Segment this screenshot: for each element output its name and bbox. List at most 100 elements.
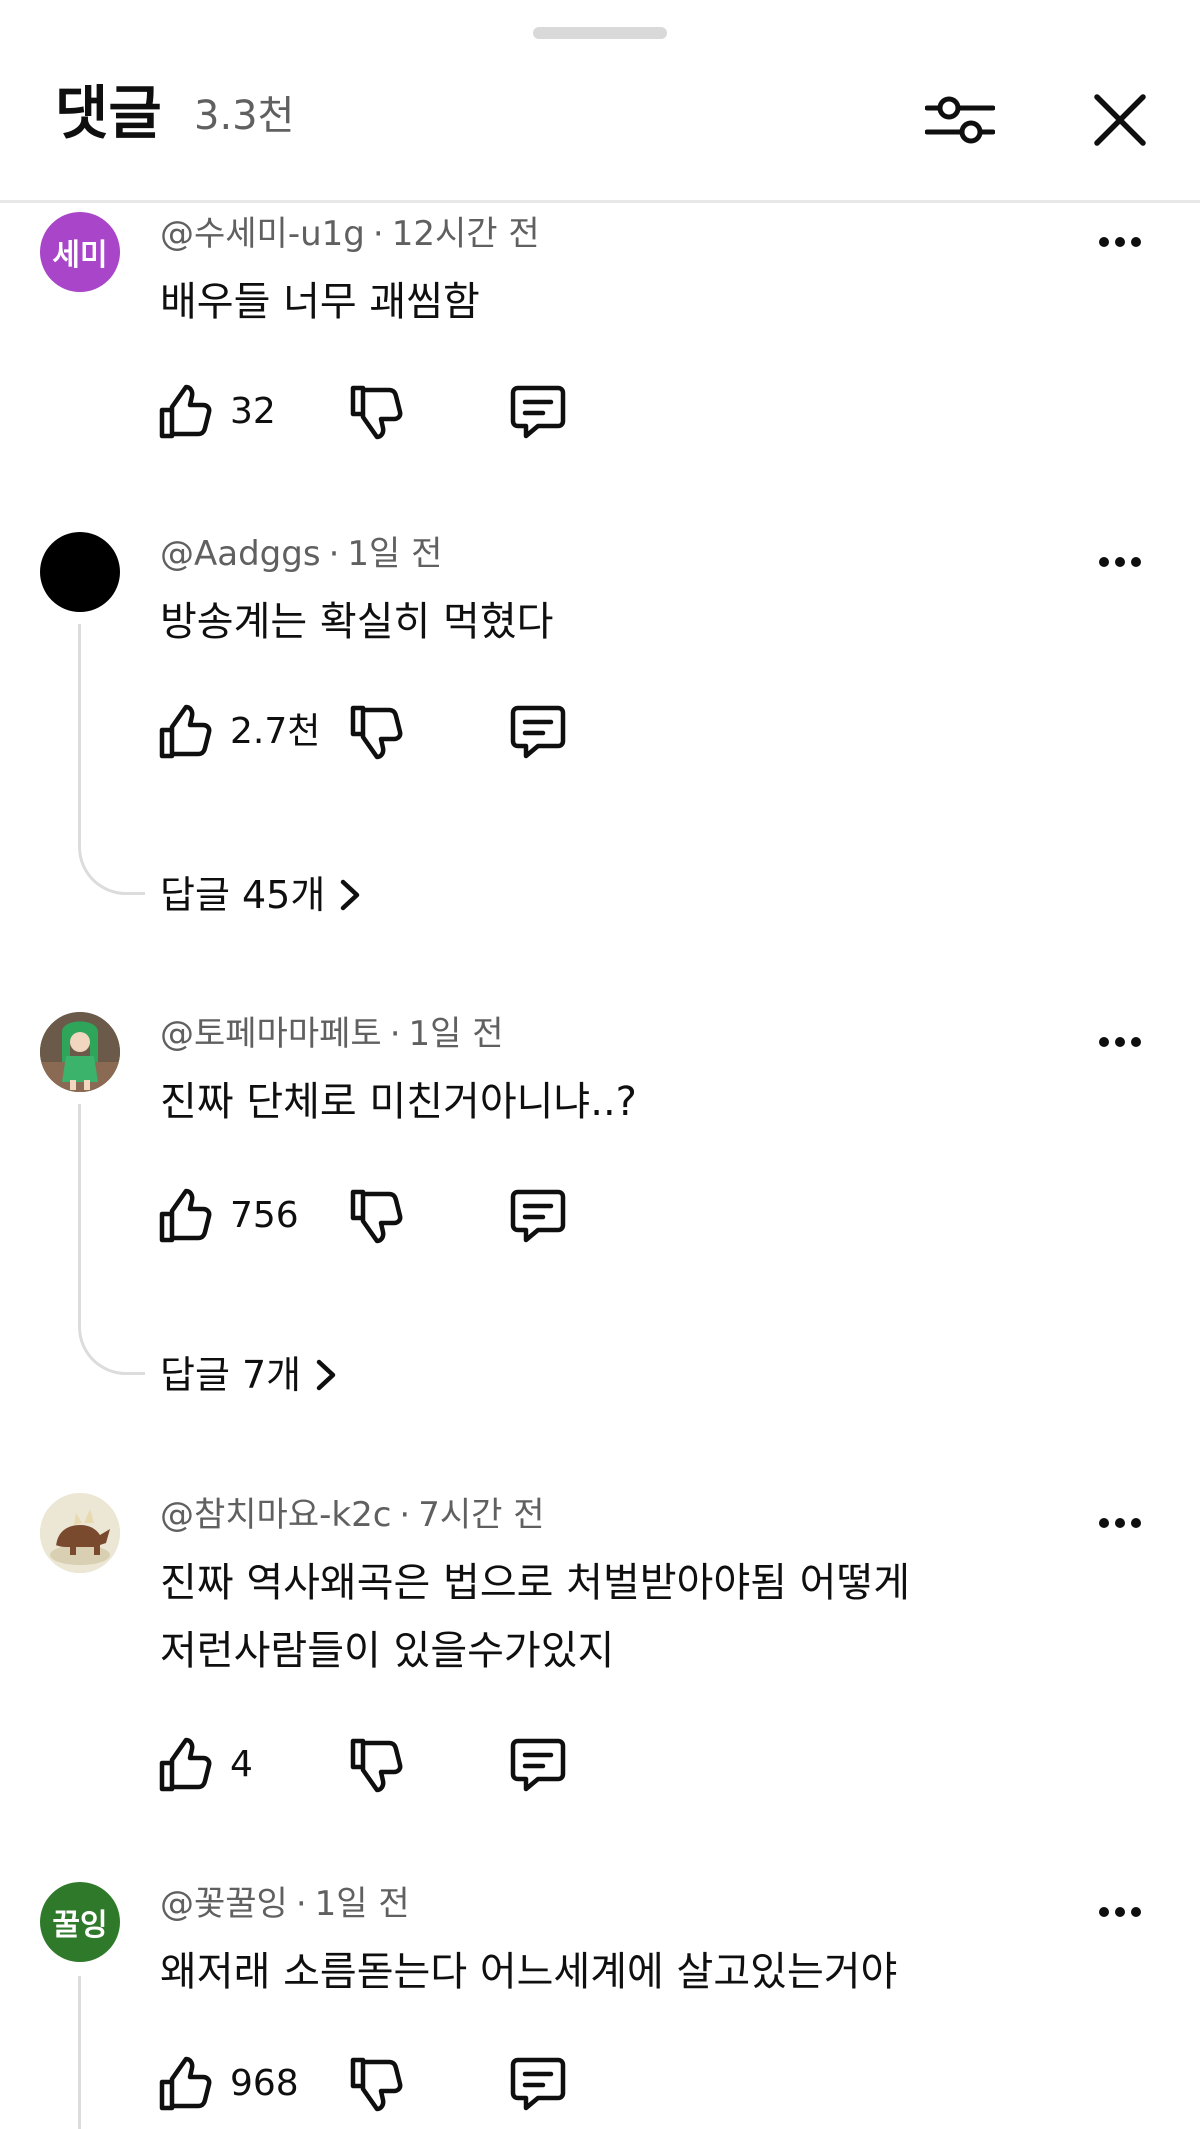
replies-count-label: 답글 7개 bbox=[160, 1353, 302, 1397]
thumbs-down-icon bbox=[350, 705, 403, 760]
dislike-button[interactable] bbox=[346, 2054, 406, 2114]
more-horizontal-icon bbox=[1099, 237, 1141, 247]
comment-meta: @꽃꿀잉 · 1일 전 bbox=[160, 1884, 410, 1924]
comment-time: 12시간 전 bbox=[391, 214, 540, 254]
close-button[interactable] bbox=[1080, 80, 1160, 160]
close-icon bbox=[1094, 94, 1146, 146]
thread-connector bbox=[78, 1104, 145, 1375]
comments-count: 3.3천 bbox=[194, 93, 295, 139]
comment-text-line: 저런사람들이 있을수가있지 bbox=[160, 1628, 615, 1674]
comment-time: 7시간 전 bbox=[418, 1495, 545, 1535]
avatar[interactable] bbox=[40, 1012, 120, 1092]
comment-meta: @토페마마페토 · 1일 전 bbox=[160, 1014, 504, 1054]
avatar[interactable] bbox=[40, 532, 120, 612]
thread-connector bbox=[78, 1976, 81, 2129]
reply-button[interactable] bbox=[508, 1735, 568, 1795]
character-avatar-image bbox=[40, 1012, 120, 1092]
like-button[interactable]: 756 bbox=[158, 1186, 299, 1246]
comment-text: 방송계는 확실히 먹혔다 bbox=[160, 588, 1080, 656]
author-name[interactable]: @Aadggs bbox=[160, 534, 321, 574]
like-button[interactable]: 32 bbox=[158, 382, 276, 442]
dislike-button[interactable] bbox=[346, 1186, 406, 1246]
comment-text: 왜저래 소름돋는다 어느세계에 살고있는거야 bbox=[160, 1938, 1080, 2006]
like-count: 4 bbox=[230, 1744, 253, 1785]
comment-icon bbox=[510, 385, 566, 439]
comment-icon bbox=[510, 705, 566, 759]
thumbs-up-icon bbox=[159, 1188, 212, 1243]
thumbs-down-icon bbox=[350, 2057, 403, 2112]
drag-handle[interactable] bbox=[533, 27, 667, 39]
comment-time: 1일 전 bbox=[347, 534, 443, 574]
author-name[interactable]: @토페마마페토 bbox=[160, 1014, 382, 1054]
reply-button[interactable] bbox=[508, 382, 568, 442]
comment-meta: @참치마요-k2c · 7시간 전 bbox=[160, 1495, 545, 1535]
more-options-button[interactable] bbox=[1090, 1882, 1150, 1942]
comment-text: 진짜 단체로 미친거아니냐..? bbox=[160, 1068, 1080, 1136]
comment-icon bbox=[510, 2057, 566, 2111]
like-button[interactable]: 4 bbox=[158, 1735, 253, 1795]
thumbs-down-icon bbox=[350, 1189, 403, 1244]
like-count: 32 bbox=[230, 391, 276, 432]
comment-actions: 2.7천 bbox=[158, 702, 578, 762]
more-options-button[interactable] bbox=[1090, 1493, 1150, 1553]
comment-actions: 968 bbox=[158, 2054, 578, 2114]
thumbs-down-icon bbox=[350, 385, 403, 440]
comment-actions: 32 bbox=[158, 382, 578, 442]
comment-time: 1일 전 bbox=[408, 1014, 504, 1054]
like-button[interactable]: 968 bbox=[158, 2054, 299, 2114]
comment-text-line: 진짜 단체로 미친거아니냐..? bbox=[160, 1079, 637, 1125]
comment-text-line: 왜저래 소름돋는다 어느세계에 살고있는거야 bbox=[160, 1949, 898, 1995]
comments-header: 댓글 3.3천 bbox=[0, 60, 1200, 203]
comment-icon bbox=[510, 1738, 566, 1792]
chevron-right-icon bbox=[316, 1359, 336, 1391]
dislike-button[interactable] bbox=[346, 702, 406, 762]
dinosaur-avatar-image bbox=[40, 1493, 120, 1573]
reply-button[interactable] bbox=[508, 1186, 568, 1246]
like-count: 2.7천 bbox=[230, 711, 321, 752]
thread-connector bbox=[78, 624, 145, 895]
author-name[interactable]: @꽃꿀잉 bbox=[160, 1884, 288, 1924]
author-name[interactable]: @수세미-u1g bbox=[160, 214, 365, 254]
thumbs-down-icon bbox=[350, 1738, 403, 1793]
like-button[interactable]: 2.7천 bbox=[158, 702, 320, 762]
comment-text-line: 배우들 너무 괘씸함 bbox=[160, 279, 480, 325]
sliders-icon bbox=[925, 96, 995, 144]
view-replies-link[interactable]: 답글 7개 bbox=[160, 1350, 337, 1400]
sort-filter-button[interactable] bbox=[920, 80, 1000, 160]
more-options-button[interactable] bbox=[1090, 1012, 1150, 1072]
thumbs-up-icon bbox=[159, 704, 212, 759]
comments-title: 댓글 bbox=[55, 79, 162, 147]
more-options-button[interactable] bbox=[1090, 212, 1150, 272]
more-horizontal-icon bbox=[1099, 557, 1141, 567]
replies-count-label: 답글 45개 bbox=[160, 873, 326, 917]
comment-icon bbox=[510, 1189, 566, 1243]
comment-actions: 4 bbox=[158, 1735, 578, 1795]
comment-text-line: 진짜 역사왜곡은 법으로 처벌받아야됨 어떻게 bbox=[160, 1560, 911, 1606]
chevron-right-icon bbox=[341, 879, 360, 911]
comment-meta: @수세미-u1g · 12시간 전 bbox=[160, 214, 540, 254]
avatar[interactable]: 세미 bbox=[40, 212, 120, 292]
more-horizontal-icon bbox=[1099, 1518, 1141, 1528]
avatar[interactable] bbox=[40, 1493, 120, 1573]
author-name[interactable]: @참치마요-k2c bbox=[160, 1495, 391, 1535]
more-horizontal-icon bbox=[1099, 1907, 1141, 1917]
dislike-button[interactable] bbox=[346, 382, 406, 442]
thumbs-up-icon bbox=[159, 384, 212, 439]
comment-text: 진짜 역사왜곡은 법으로 처벌받아야됨 어떻게 저런사람들이 있을수가있지 bbox=[160, 1549, 1080, 1685]
reply-button[interactable] bbox=[508, 2054, 568, 2114]
comment-time: 1일 전 bbox=[314, 1884, 410, 1924]
dislike-button[interactable] bbox=[346, 1735, 406, 1795]
reply-button[interactable] bbox=[508, 702, 568, 762]
comment-text: 배우들 너무 괘씸함 bbox=[160, 268, 1080, 336]
thumbs-up-icon bbox=[159, 2056, 212, 2111]
comment-meta: @Aadggs · 1일 전 bbox=[160, 534, 443, 574]
comment-text-line: 방송계는 확실히 먹혔다 bbox=[160, 599, 554, 645]
more-horizontal-icon bbox=[1099, 1037, 1141, 1047]
like-count: 756 bbox=[230, 1195, 299, 1236]
avatar[interactable]: 꿀잉 bbox=[40, 1882, 120, 1962]
comment-actions: 756 bbox=[158, 1186, 578, 1246]
thumbs-up-icon bbox=[159, 1737, 212, 1792]
view-replies-link[interactable]: 답글 45개 bbox=[160, 870, 361, 920]
comments-sheet: 댓글 3.3천 세미 @수세미-u1g·12시간 전 배우들 너무 괘씸함 bbox=[0, 0, 1200, 2129]
more-options-button[interactable] bbox=[1090, 532, 1150, 592]
